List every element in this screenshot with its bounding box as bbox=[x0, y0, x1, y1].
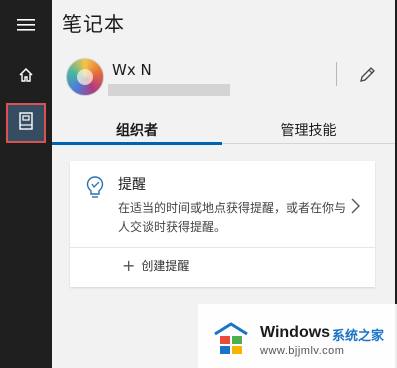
tab-active-indicator bbox=[52, 142, 222, 145]
reminder-card[interactable]: 提醒 在适当的时间或地点获得提醒，或者在你与人交谈时获得提醒。 + 创建提醒 bbox=[70, 161, 375, 287]
windows-logo-icon bbox=[214, 322, 248, 354]
create-reminder-label: 创建提醒 bbox=[141, 259, 190, 273]
redacted-email bbox=[108, 84, 230, 96]
home-icon bbox=[19, 67, 33, 82]
tab-manage-skills[interactable]: 管理技能 bbox=[222, 120, 395, 140]
lightbulb-icon bbox=[86, 176, 104, 198]
watermark-brand-cn: 系统之家 bbox=[332, 329, 385, 344]
avatar-center bbox=[77, 69, 93, 85]
tab-organizer[interactable]: 组织者 bbox=[52, 120, 222, 140]
hamburger-icon bbox=[17, 19, 35, 31]
watermark-brand: Windows bbox=[260, 324, 331, 341]
page-title: 笔记本 bbox=[62, 12, 125, 36]
site-watermark: Windows 系统之家 www.bjjmlv.com bbox=[198, 304, 397, 368]
notebook-icon bbox=[19, 112, 33, 130]
menu-button[interactable] bbox=[0, 2, 52, 48]
user-name: Wx N bbox=[112, 61, 152, 79]
reminder-description: 在适当的时间或地点获得提醒，或者在你与人交谈时获得提醒。 bbox=[118, 201, 347, 234]
cortana-notebook-window: 笔记本 Wx N 组织者 管理技能 提醒 在适当的时间或地点获得提醒，或者在你与… bbox=[0, 0, 397, 368]
avatar[interactable] bbox=[66, 58, 104, 96]
home-button[interactable] bbox=[0, 52, 52, 98]
header-divider bbox=[336, 62, 337, 86]
card-divider bbox=[70, 247, 375, 248]
watermark-url: www.bjjmlv.com bbox=[260, 345, 345, 357]
chevron-right-icon[interactable] bbox=[348, 197, 362, 215]
reminder-title: 提醒 bbox=[118, 177, 146, 193]
pencil-icon bbox=[360, 67, 375, 82]
edit-profile-button[interactable] bbox=[356, 64, 378, 86]
notebook-button[interactable] bbox=[0, 98, 52, 144]
plus-icon: + bbox=[122, 255, 136, 275]
create-reminder-button[interactable]: + 创建提醒 bbox=[122, 257, 189, 274]
